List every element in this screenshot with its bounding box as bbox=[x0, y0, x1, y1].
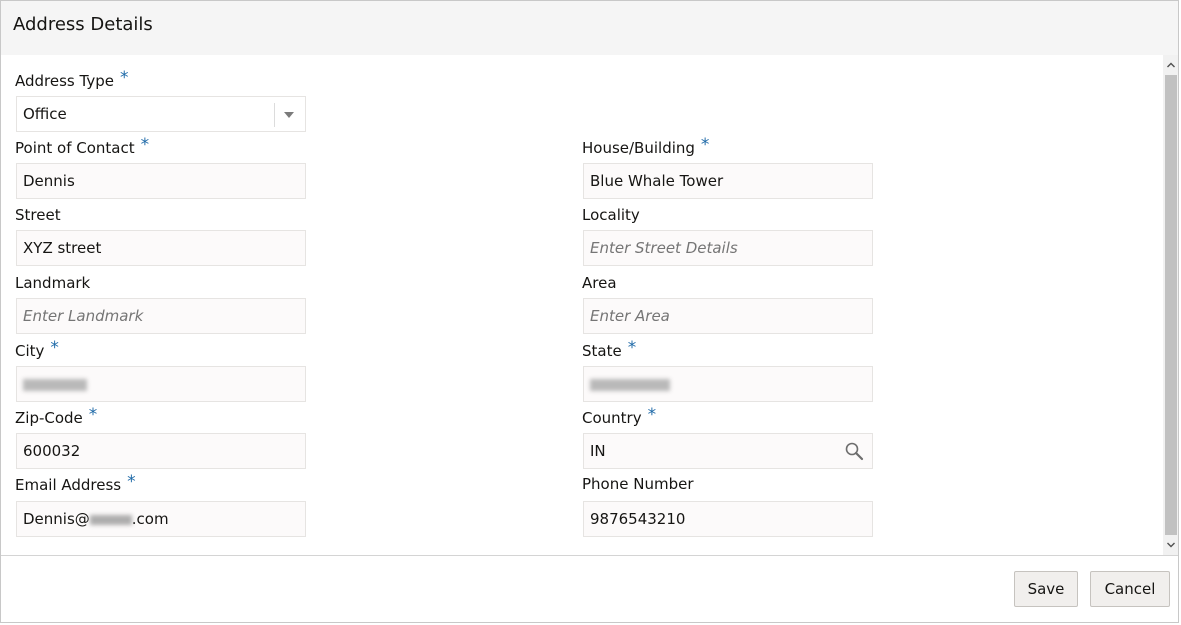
scrollbar-thumb[interactable] bbox=[1165, 75, 1177, 535]
area-input[interactable]: Enter Area bbox=[583, 298, 873, 334]
locality-placeholder: Enter Street Details bbox=[590, 239, 738, 257]
redacted-email-domain bbox=[89, 514, 132, 525]
form-content: Address Type * Office Point of Contact * D… bbox=[1, 55, 1163, 555]
state-input[interactable] bbox=[583, 366, 873, 402]
house-building-input[interactable]: Blue Whale Tower bbox=[583, 163, 873, 199]
landmark-label: Landmark bbox=[15, 274, 91, 292]
city-input[interactable] bbox=[16, 366, 306, 402]
cancel-button[interactable]: Cancel bbox=[1090, 571, 1170, 607]
select-divider bbox=[274, 103, 275, 127]
zip-code-label: Zip-Code * bbox=[15, 405, 98, 427]
point-of-contact-label: Point of Contact * bbox=[15, 135, 150, 157]
street-label: Street bbox=[15, 206, 61, 224]
chevron-down-icon[interactable] bbox=[1163, 537, 1179, 553]
city-label: City * bbox=[15, 338, 59, 360]
redacted-state-value bbox=[590, 378, 670, 391]
required-marker: * bbox=[627, 338, 637, 358]
required-marker: * bbox=[700, 135, 710, 155]
address-type-label: Address Type * bbox=[15, 68, 129, 90]
house-building-label: House/Building * bbox=[582, 135, 710, 157]
redacted-city-value bbox=[23, 378, 87, 391]
landmark-placeholder: Enter Landmark bbox=[23, 307, 144, 325]
locality-input[interactable]: Enter Street Details bbox=[583, 230, 873, 266]
country-label: Country * bbox=[582, 405, 657, 427]
dialog-title: Address Details bbox=[13, 14, 153, 35]
point-of-contact-input[interactable]: Dennis bbox=[16, 163, 306, 199]
save-button[interactable]: Save bbox=[1014, 571, 1078, 607]
chevron-down-icon[interactable] bbox=[284, 112, 294, 118]
vertical-scrollbar[interactable] bbox=[1163, 55, 1179, 555]
required-marker: * bbox=[140, 135, 150, 155]
email-address-input[interactable]: Dennis@ .com bbox=[16, 501, 306, 537]
dialog-footer: Save Cancel bbox=[1, 555, 1178, 622]
required-marker: * bbox=[127, 472, 136, 492]
address-type-value: Office bbox=[23, 105, 67, 123]
search-icon[interactable] bbox=[844, 441, 864, 461]
address-type-select[interactable]: Office bbox=[16, 96, 306, 132]
phone-number-input[interactable]: 9876543210 bbox=[583, 501, 873, 537]
landmark-input[interactable]: Enter Landmark bbox=[16, 298, 306, 334]
street-input[interactable]: XYZ street bbox=[16, 230, 306, 266]
chevron-up-icon[interactable] bbox=[1163, 57, 1179, 73]
dialog-header: Address Details bbox=[1, 1, 1178, 55]
email-address-label: Email Address * bbox=[15, 472, 136, 494]
state-label: State * bbox=[582, 338, 637, 360]
area-label: Area bbox=[582, 274, 617, 292]
required-marker: * bbox=[647, 405, 657, 425]
required-marker: * bbox=[88, 405, 98, 425]
address-details-dialog: Address Details Address Type * Office Poi… bbox=[0, 0, 1179, 623]
required-marker: * bbox=[119, 68, 129, 88]
area-placeholder: Enter Area bbox=[590, 307, 670, 325]
phone-number-label: Phone Number bbox=[582, 475, 694, 493]
zip-code-input[interactable]: 600032 bbox=[16, 433, 306, 469]
country-input[interactable]: IN bbox=[583, 433, 873, 469]
locality-label: Locality bbox=[582, 206, 640, 224]
required-marker: * bbox=[50, 338, 59, 358]
